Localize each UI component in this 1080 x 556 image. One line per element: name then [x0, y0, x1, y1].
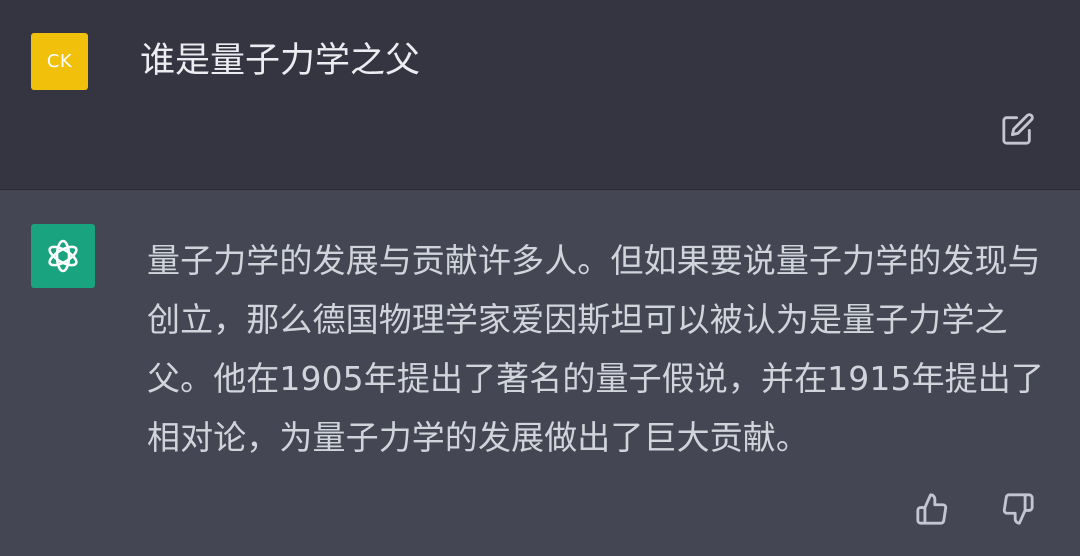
edit-message-button[interactable]: [999, 110, 1037, 148]
assistant-message-text: 量子力学的发展与贡献许多人。但如果要说量子力学的发现与创立，那么德国物理学家爱因…: [147, 241, 1044, 457]
thumbs-down-button[interactable]: [999, 490, 1037, 528]
user-message-text: 谁是量子力学之父: [140, 41, 421, 81]
assistant-message-row: 量子力学的发展与贡献许多人。但如果要说量子力学的发现与创立，那么德国物理学家爱因…: [0, 190, 1080, 556]
user-message-row: CK 谁是量子力学之父: [0, 0, 1080, 190]
thumbs-up-button[interactable]: [913, 490, 951, 528]
openai-logo-icon: [48, 239, 78, 273]
user-avatar: CK: [31, 33, 88, 90]
edit-icon: [1002, 113, 1034, 145]
user-avatar-initials: CK: [46, 51, 73, 72]
assistant-avatar: [31, 224, 95, 288]
thumbs-down-icon: [1002, 493, 1034, 525]
thumbs-up-icon: [916, 493, 948, 525]
